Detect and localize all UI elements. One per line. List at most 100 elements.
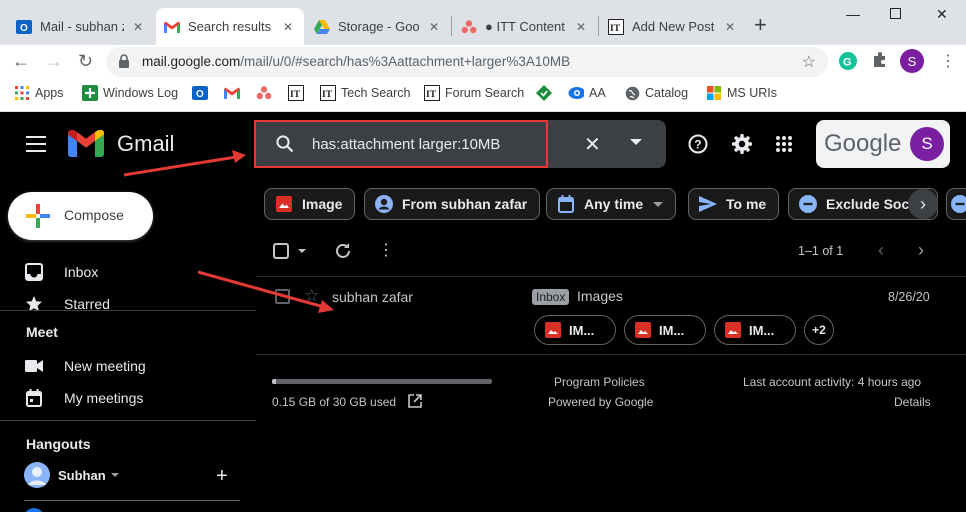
minimize-icon[interactable]: — — [846, 6, 860, 22]
main-menu-icon[interactable] — [26, 136, 46, 152]
extensions-icon[interactable] — [871, 51, 889, 74]
gmail-logo-icon[interactable] — [68, 129, 104, 162]
sidebar: Compose Inbox Starred Meet New meeting M… — [0, 176, 256, 512]
sidebar-item-inbox[interactable]: Inbox — [24, 262, 98, 282]
search-icon[interactable] — [276, 135, 294, 158]
bookmark-forum-search[interactable]: IT Forum Search — [424, 85, 524, 101]
tab-close-icon[interactable]: ✕ — [280, 20, 296, 34]
bookmark-green[interactable] — [536, 85, 557, 101]
account-avatar[interactable]: S — [910, 127, 944, 161]
browser-toolbar: ← → ↻ mail.google.com/mail/u/0/#search/h… — [0, 45, 966, 79]
tab-itt-content[interactable]: ● ITT Content - ✕ — [453, 8, 597, 45]
bookmark-gmail[interactable] — [224, 85, 245, 101]
profile-avatar[interactable]: S — [900, 49, 924, 73]
tab-close-icon[interactable]: ✕ — [573, 20, 589, 34]
image-icon — [545, 322, 561, 338]
tab-close-icon[interactable]: ✕ — [426, 20, 442, 34]
tab-separator — [451, 16, 452, 36]
attachment-name: IM... — [659, 322, 685, 338]
image-icon — [635, 322, 651, 338]
tab-storage[interactable]: Storage - Goog ✕ — [306, 8, 450, 45]
sidebar-divider — [24, 500, 240, 501]
hangouts-user[interactable]: Subhan — [24, 462, 119, 488]
program-policies-link[interactable]: Program Policies — [554, 375, 645, 389]
help-icon[interactable]: ? — [688, 134, 708, 159]
sidebar-item-my-meetings[interactable]: My meetings — [24, 388, 143, 408]
search-bar[interactable]: has:attachment larger:10MB ✕ — [254, 120, 666, 168]
chip-any-time[interactable]: Any time — [546, 188, 677, 220]
chip-from[interactable]: From subhan zafar — [364, 188, 541, 220]
chevron-right-icon[interactable]: › — [918, 240, 924, 261]
open-external-icon[interactable] — [408, 394, 422, 413]
select-all-checkbox[interactable] — [273, 243, 289, 264]
star-icon[interactable]: ☆ — [304, 286, 319, 306]
details-link[interactable]: Details — [894, 395, 931, 409]
settings-gear-icon[interactable] — [731, 133, 753, 160]
chip-image[interactable]: Image — [264, 188, 356, 220]
add-hangout-icon[interactable]: + — [216, 466, 228, 486]
reload-icon[interactable]: ↻ — [78, 51, 93, 72]
gmail-wordmark: Gmail — [117, 131, 175, 156]
grammarly-icon[interactable]: G — [838, 51, 858, 76]
tab-add-new-post[interactable]: IT Add New Post ✕ — [600, 8, 746, 45]
svg-text:IT: IT — [290, 90, 301, 100]
attachment-name: IM... — [569, 322, 595, 338]
bookmark-aa[interactable]: AA — [568, 85, 606, 101]
tab-close-icon[interactable]: ✕ — [130, 20, 146, 34]
menu-kebab-icon[interactable]: ⋮ — [940, 51, 956, 71]
chip-to-me[interactable]: To me — [688, 188, 780, 220]
bookmark-asana[interactable] — [256, 85, 277, 101]
inbox-label-badge[interactable]: Inbox — [532, 289, 570, 305]
svg-text:IT: IT — [322, 90, 333, 100]
globe-icon — [624, 85, 640, 101]
google-account-badge[interactable]: Google S — [816, 120, 950, 168]
clear-search-icon[interactable]: ✕ — [584, 132, 601, 157]
sidebar-item-new-meeting[interactable]: New meeting — [24, 356, 146, 376]
search-options-icon[interactable] — [630, 139, 642, 145]
bookmark-label: Apps — [35, 86, 64, 100]
new-tab-button[interactable]: + — [754, 14, 767, 36]
maximize-icon[interactable] — [890, 6, 901, 22]
more-options-icon[interactable]: ⋮ — [378, 240, 394, 260]
chip-overflow[interactable] — [946, 188, 966, 220]
hangouts-section-title: Hangouts — [26, 436, 91, 452]
attachment-chip[interactable]: IM... — [534, 315, 616, 345]
chevron-left-icon[interactable]: ‹ — [878, 240, 884, 261]
asana-icon — [461, 19, 477, 35]
sidebar-item-starred[interactable]: Starred — [24, 294, 110, 314]
search-input[interactable]: has:attachment larger:10MB — [312, 136, 500, 153]
bookmark-label: AA — [589, 86, 606, 100]
tab-close-icon[interactable]: ✕ — [722, 20, 738, 34]
attachment-chip[interactable]: IM... — [624, 315, 706, 345]
bookmark-catalog[interactable]: Catalog — [624, 85, 688, 101]
more-attachments-badge[interactable]: +2 — [804, 315, 834, 345]
bookmark-itt[interactable]: IT — [288, 85, 309, 101]
itt-icon: IT — [288, 85, 304, 101]
chevron-right-icon[interactable]: › — [908, 189, 938, 219]
chevron-down-icon[interactable] — [110, 473, 119, 477]
compose-button[interactable]: Compose — [8, 192, 153, 240]
row-checkbox[interactable] — [275, 289, 290, 304]
google-apps-icon[interactable] — [776, 136, 792, 157]
svg-text:O: O — [196, 89, 204, 100]
select-dropdown-icon[interactable] — [298, 249, 306, 253]
bookmark-star-icon[interactable]: ☆ — [802, 52, 816, 72]
back-icon[interactable]: ← — [12, 51, 30, 72]
window-close-icon[interactable]: ✕ — [936, 6, 948, 23]
bookmark-apps[interactable]: Apps — [14, 85, 64, 101]
forward-icon[interactable]: → — [45, 51, 63, 72]
message-date: 8/26/20 — [888, 290, 930, 304]
refresh-icon[interactable] — [334, 242, 352, 265]
tab-search-results[interactable]: Search results - ✕ — [156, 8, 304, 45]
attachment-chip[interactable]: IM... — [714, 315, 796, 345]
bookmark-tech-search[interactable]: IT Tech Search — [320, 85, 410, 101]
tab-mail[interactable]: O Mail - subhan z ✕ — [8, 8, 154, 45]
address-bar[interactable]: mail.google.com/mail/u/0/#search/has%3Aa… — [106, 47, 828, 77]
table-row[interactable]: ☆ subhan zafar Inbox Images 8/26/20 IM..… — [256, 276, 966, 355]
hangouts-user-name: Subhan — [58, 467, 106, 483]
bookmark-ms-uris[interactable]: MS URIs — [706, 85, 777, 101]
tab-title: Search results - — [188, 19, 274, 34]
bookmark-outlook[interactable]: O — [192, 85, 213, 101]
bookmark-label: Windows Log — [103, 86, 179, 100]
bookmark-windows-log[interactable]: Windows Log — [82, 85, 178, 101]
